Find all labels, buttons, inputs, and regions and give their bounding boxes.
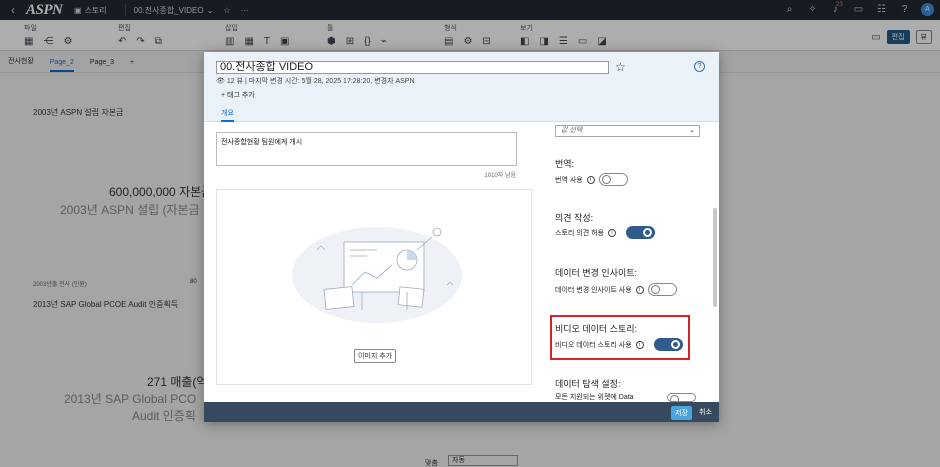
add-tag-link[interactable]: + 태그 추가 bbox=[221, 90, 255, 100]
star-icon[interactable]: ☆ bbox=[615, 60, 626, 74]
video-data-story-option: 비디오 데이터 스토리 사용 i bbox=[555, 338, 683, 351]
toggle-knob bbox=[670, 395, 679, 401]
video-data-story-title: 비디오 데이터 스토리: bbox=[555, 324, 638, 334]
data-exploration-label: 모든 지원되는 위젯에 Data bbox=[555, 394, 634, 401]
info-icon[interactable]: i bbox=[635, 340, 644, 349]
scrollbar[interactable] bbox=[712, 123, 717, 402]
toggle-knob bbox=[601, 175, 611, 184]
data-exploration-option: 모든 지원되는 위젯에 Data bbox=[555, 392, 634, 402]
cancel-button[interactable]: 취소 bbox=[699, 407, 712, 417]
comments-title: 의견 작성: bbox=[555, 213, 594, 223]
value-select[interactable]: 값 선택 ⌄ bbox=[555, 125, 700, 137]
info-icon[interactable]: i bbox=[586, 175, 595, 184]
eye-icon: 👁 bbox=[216, 78, 225, 85]
story-meta: 👁 12 뷰 | 마지막 변경 시간: 5월 28, 2025 17:28:20… bbox=[216, 76, 415, 86]
chevron-down-icon: ⌄ bbox=[689, 127, 695, 134]
add-image-button[interactable]: 이미지 추가 bbox=[354, 349, 397, 363]
data-exploration-toggle[interactable] bbox=[667, 393, 696, 402]
video-data-story-label: 비디오 데이터 스토리 사용 bbox=[555, 341, 632, 349]
dialog-body: 전사종합현황 팀원에게 개시 1010자 남음 이미지 추가 값 선택 ⌄ 번역… bbox=[204, 123, 719, 402]
data-change-insights-option: 데이터 변경 인사이트 사용 i bbox=[555, 283, 677, 296]
info-icon[interactable]: i bbox=[607, 228, 616, 237]
translation-title: 번역: bbox=[555, 159, 575, 169]
description-textarea[interactable]: 전사종합현황 팀원에게 개시 bbox=[216, 132, 517, 166]
settings-column: 값 선택 ⌄ 번역: 번역 사용 i 의견 작성: 스토리 의견 허용 i 데이… bbox=[550, 123, 705, 402]
toggle-knob bbox=[650, 285, 660, 294]
toggle-knob bbox=[642, 228, 652, 237]
data-exploration-title: 데이터 탐색 설정: bbox=[555, 379, 621, 389]
story-details-dialog: 00.전사종합 VIDEO ☆ ? 👁 12 뷰 | 마지막 변경 시간: 5월… bbox=[204, 52, 719, 422]
dialog-header: 00.전사종합 VIDEO ☆ ? 👁 12 뷰 | 마지막 변경 시간: 5월… bbox=[204, 52, 719, 122]
comments-label: 스토리 의견 허용 bbox=[555, 229, 604, 237]
translation-option: 번역 사용 i bbox=[555, 173, 628, 186]
save-button[interactable]: 저장 bbox=[671, 406, 692, 420]
toggle-knob bbox=[670, 340, 680, 349]
story-title-input[interactable]: 00.전사종합 VIDEO bbox=[216, 61, 609, 74]
comments-option: 스토리 의견 허용 i bbox=[555, 226, 655, 239]
tab-overview[interactable]: 개요 bbox=[221, 108, 234, 122]
image-placeholder: 이미지 추가 bbox=[216, 189, 532, 385]
data-change-insights-toggle[interactable] bbox=[647, 283, 677, 296]
scrollbar-thumb[interactable] bbox=[713, 208, 717, 307]
comments-toggle[interactable] bbox=[625, 226, 655, 239]
story-meta-text: 12 뷰 | 마지막 변경 시간: 5월 28, 2025 17:28:20, … bbox=[226, 78, 415, 85]
char-count: 1010자 남음 bbox=[484, 173, 516, 179]
value-select-placeholder: 값 선택 bbox=[561, 127, 583, 134]
help-icon[interactable]: ? bbox=[694, 61, 705, 72]
translation-toggle[interactable] bbox=[598, 173, 628, 186]
video-data-story-toggle[interactable] bbox=[653, 338, 683, 351]
dialog-footer: 저장 취소 bbox=[204, 402, 719, 422]
data-change-insights-label: 데이터 변경 인사이트 사용 bbox=[555, 286, 632, 294]
data-change-insights-title: 데이터 변경 인사이트: bbox=[555, 268, 638, 278]
info-icon[interactable]: i bbox=[635, 285, 644, 294]
translation-label: 번역 사용 bbox=[555, 176, 583, 184]
